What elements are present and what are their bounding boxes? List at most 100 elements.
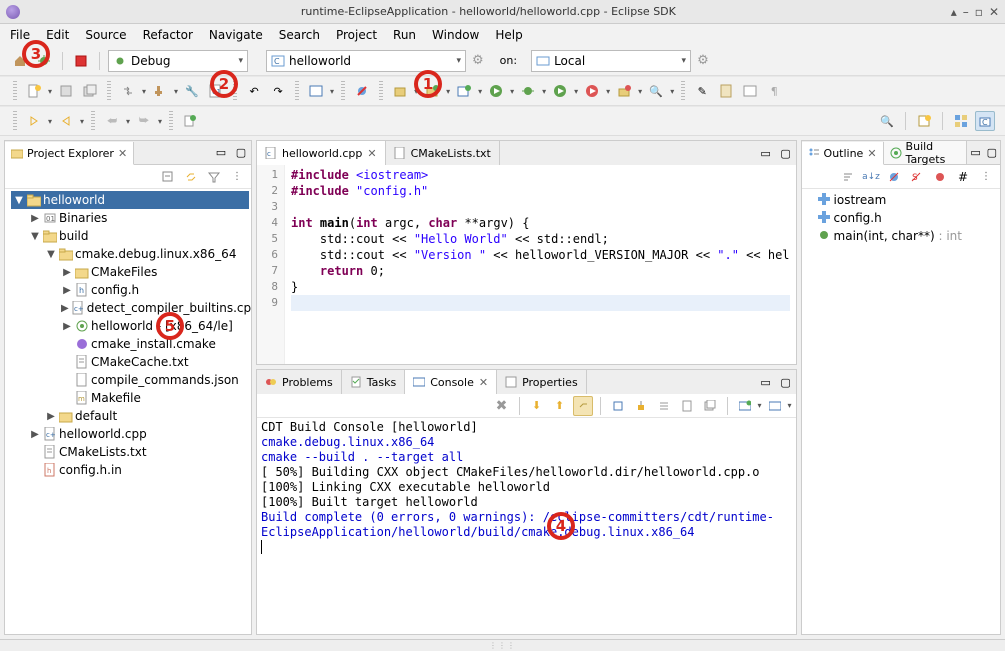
save-button[interactable] (56, 81, 76, 101)
skip-breakpoints-icon[interactable] (352, 81, 372, 101)
switch-button[interactable] (118, 81, 138, 101)
tree-item[interactable]: ▼cmake.debug.linux.x86_64 (11, 245, 249, 263)
toggle-button[interactable]: 01 (206, 81, 226, 101)
outline-item[interactable]: config.h (808, 209, 998, 227)
close-icon[interactable]: ✕ (867, 147, 876, 160)
launch-mode-dropdown[interactable]: Debug ▾ (108, 50, 248, 72)
new-button[interactable] (24, 81, 44, 101)
editor-tab-helloworld[interactable]: c helloworld.cpp ✕ (257, 141, 386, 165)
gear-icon[interactable]: ⚙ (472, 53, 484, 68)
tab-console[interactable]: Console✕ (405, 370, 497, 394)
maximize-view-icon[interactable]: ▢ (776, 372, 796, 392)
tree-arrow-icon[interactable]: ▶ (61, 303, 69, 314)
menu-navigate[interactable]: Navigate (209, 28, 263, 42)
stop-button[interactable] (71, 51, 91, 71)
close-icon[interactable]: ✕ (118, 147, 127, 160)
tree-item[interactable]: mMakefile (11, 389, 249, 407)
tree-item[interactable]: ▶CMakeFiles (11, 263, 249, 281)
tree-arrow-icon[interactable]: ▶ (29, 429, 41, 440)
menu-project[interactable]: Project (336, 28, 377, 42)
tree-arrow-icon[interactable]: ▶ (45, 411, 57, 422)
tree-arrow-icon[interactable]: ▶ (61, 285, 73, 296)
tree-arrow-icon[interactable]: ▶ (61, 267, 73, 278)
menu-edit[interactable]: Edit (46, 28, 69, 42)
tree-item[interactable]: ▶01Binaries (11, 209, 249, 227)
console-output[interactable]: CDT Build Console [helloworld] cmake.deb… (257, 418, 796, 634)
terminal-icon[interactable] (306, 81, 326, 101)
next-error-icon[interactable]: ⬇ (527, 396, 547, 416)
tree-item[interactable]: cmake_install.cmake (11, 335, 249, 353)
outline-icon[interactable] (740, 81, 760, 101)
tree-item[interactable]: hconfig.h.in (11, 461, 249, 479)
task-icon[interactable] (716, 81, 736, 101)
tree-item[interactable]: ▶c+detect_compiler_builtins.cpp (11, 299, 249, 317)
clear-console-icon[interactable]: ✖ (492, 396, 512, 416)
tree-arrow-icon[interactable]: ▶ (29, 213, 41, 224)
maximize-view-icon[interactable]: ▢ (231, 143, 251, 163)
tree-item[interactable]: ▼build (11, 227, 249, 245)
tree-root[interactable]: ▼ helloworld (11, 191, 249, 209)
forward-button[interactable]: ⮩ (134, 111, 154, 131)
new-cc-icon[interactable] (390, 81, 410, 101)
hide-static-icon[interactable]: S (907, 167, 927, 187)
outline-tree[interactable]: iostream config.h main(int, char**) : in… (802, 189, 1000, 634)
tree-item[interactable]: ▶default (11, 407, 249, 425)
menu-help[interactable]: Help (495, 28, 522, 42)
display-console-icon[interactable] (735, 396, 755, 416)
back-button[interactable]: ⮨ (102, 111, 122, 131)
coverage-button[interactable] (550, 81, 570, 101)
az-icon[interactable]: a↓z (861, 167, 881, 187)
quick-access-icon[interactable]: 🔍 (877, 111, 897, 131)
tree-item[interactable]: ▶helloworld - [x86_64/le] (11, 317, 249, 335)
menu-window[interactable]: Window (432, 28, 479, 42)
pin-icon[interactable] (700, 396, 720, 416)
roll-up-icon[interactable]: ▴ (951, 5, 957, 19)
search-icon[interactable]: 🔍 (646, 81, 666, 101)
menu-source[interactable]: Source (85, 28, 126, 42)
minimize-view-icon[interactable]: ▭ (211, 143, 231, 163)
copy-icon[interactable] (654, 396, 674, 416)
tree-arrow-icon[interactable]: ▼ (45, 249, 57, 260)
prev-annotation-icon[interactable] (56, 111, 76, 131)
prev-error-icon[interactable]: ⬆ (550, 396, 570, 416)
project-tree[interactable]: ▼ helloworld ▶01Binaries▼build▼cmake.deb… (5, 189, 251, 634)
tab-project-explorer[interactable]: Project Explorer ✕ (5, 142, 134, 165)
minimize-view-icon[interactable]: ▭ (756, 143, 776, 163)
new-class-icon[interactable] (422, 81, 442, 101)
hash-icon[interactable]: # (953, 167, 973, 187)
sort-icon[interactable] (838, 167, 858, 187)
tree-item[interactable]: ▶hconfig.h (11, 281, 249, 299)
tab-properties[interactable]: Properties (497, 370, 587, 394)
status-handle[interactable]: ⋮⋮⋮ (0, 639, 1005, 651)
open-perspective-icon[interactable] (914, 111, 934, 131)
minimize-view-icon[interactable]: ▭ (756, 372, 776, 392)
minimize-view-icon[interactable]: ▭ (967, 143, 983, 163)
show-on-msg-icon[interactable] (573, 396, 593, 416)
perspective-cdt-icon[interactable]: C (975, 111, 995, 131)
menu-search[interactable]: Search (279, 28, 320, 42)
open-console-icon[interactable] (765, 396, 785, 416)
tab-outline[interactable]: Outline ✕ (802, 142, 884, 165)
save-all-button[interactable] (80, 81, 100, 101)
pencil-icon[interactable]: ✎ (692, 81, 712, 101)
save-log-icon[interactable] (677, 396, 697, 416)
gear-icon[interactable]: ⚙ (697, 53, 709, 68)
launch-target-dropdown[interactable]: Local ▾ (531, 50, 691, 72)
wrench-icon[interactable]: 🔧 (182, 81, 202, 101)
run-button[interactable] (486, 81, 506, 101)
tree-arrow-icon[interactable]: ▼ (29, 231, 41, 242)
tab-problems[interactable]: Problems (257, 370, 342, 394)
tree-item[interactable]: CMakeCache.txt (11, 353, 249, 371)
menu-icon[interactable]: ⋮ (227, 167, 247, 187)
link-editor-icon[interactable] (181, 167, 201, 187)
tree-item[interactable]: ▶c+helloworld.cpp (11, 425, 249, 443)
undo-button[interactable]: ↶ (244, 81, 264, 101)
close-icon[interactable]: ✕ (989, 5, 999, 19)
close-icon[interactable]: ✕ (479, 376, 488, 389)
close-icon[interactable]: ✕ (367, 147, 376, 160)
pin-editor-icon[interactable] (180, 111, 200, 131)
collapse-all-icon[interactable] (158, 167, 178, 187)
debug-icon[interactable] (34, 51, 54, 71)
maximize-icon[interactable]: ▫ (975, 5, 983, 19)
menu-run[interactable]: Run (393, 28, 416, 42)
